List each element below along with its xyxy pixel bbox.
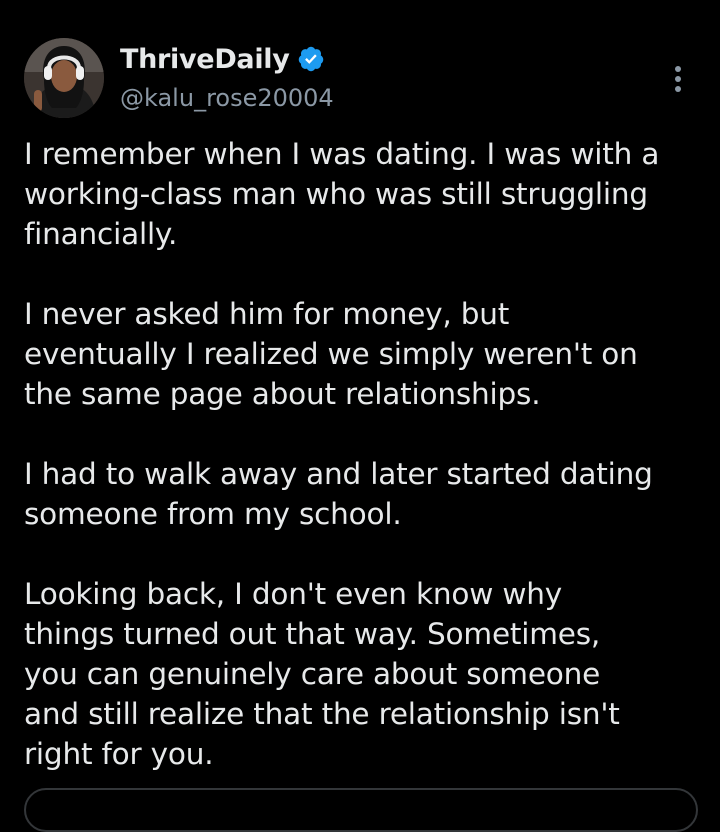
- post: ThriveDaily @kalu_rose20004 I remember w…: [0, 0, 720, 832]
- vertical-ellipsis-icon: [675, 66, 681, 92]
- post-header: ThriveDaily @kalu_rose20004: [24, 38, 696, 120]
- embedded-card-edge[interactable]: [24, 788, 698, 832]
- profile-photo-icon: [24, 38, 104, 118]
- post-paragraph: I never asked him for money, but eventua…: [24, 297, 638, 411]
- post-paragraph: I remember when I was dating. I was with…: [24, 137, 660, 251]
- display-name[interactable]: ThriveDaily: [120, 44, 290, 75]
- post-paragraph: Looking back, I don't even know why thin…: [24, 577, 620, 771]
- author-name-row[interactable]: ThriveDaily: [120, 42, 325, 76]
- author-handle[interactable]: @kalu_rose20004: [120, 84, 334, 112]
- verified-badge-icon: [297, 45, 325, 73]
- avatar[interactable]: [24, 38, 104, 118]
- post-text: I remember when I was dating. I was with…: [24, 134, 704, 774]
- post-paragraph: I had to walk away and later started dat…: [24, 457, 653, 531]
- more-options-button[interactable]: [672, 64, 684, 94]
